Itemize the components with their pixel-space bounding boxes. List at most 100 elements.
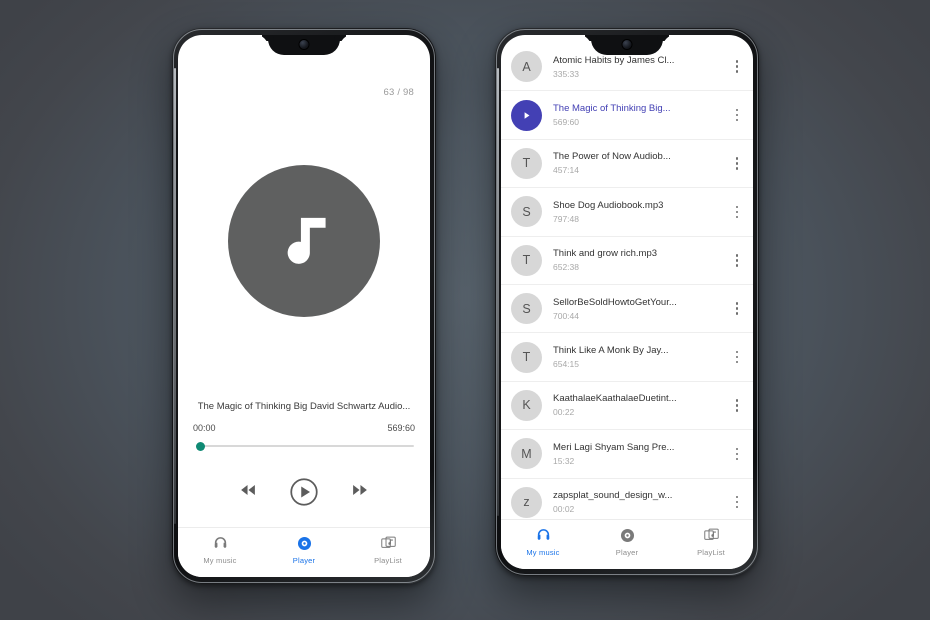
track-row[interactable]: T Think Like A Monk By Jay... 654:15 bbox=[501, 333, 753, 382]
transport-controls bbox=[178, 477, 430, 507]
track-title: KaathalaeKaathalaeDuetint... bbox=[553, 393, 677, 405]
track-text: Meri Lagi Shyam Sang Pre... 15:32 bbox=[553, 442, 729, 466]
play-button[interactable] bbox=[289, 477, 319, 507]
track-list[interactable]: A Atomic Habits by James Cl... 335:33 The M… bbox=[501, 35, 753, 519]
track-duration: 569:60 bbox=[553, 117, 579, 128]
bottom-navigation-player: My music Player PlayList bbox=[178, 527, 430, 577]
nav-item-player[interactable]: Player bbox=[585, 527, 669, 557]
track-row[interactable]: S SellorBeSoldHowtoGetYour... 700:44 bbox=[501, 285, 753, 334]
track-overflow-menu-icon[interactable] bbox=[729, 108, 745, 122]
headphones-icon bbox=[214, 537, 226, 548]
time-row: 00:00 569:60 bbox=[190, 423, 418, 433]
nav-label-my-music: My music bbox=[526, 548, 560, 557]
bottom-navigation-library: My music Player PlayList bbox=[501, 519, 753, 569]
track-duration: 00:02 bbox=[553, 504, 575, 515]
now-playing-title: The Magic of Thinking Big David Schwartz… bbox=[197, 401, 411, 412]
now-playing-avatar bbox=[511, 99, 542, 131]
current-time: 00:00 bbox=[193, 423, 216, 433]
playlist-icon bbox=[380, 536, 396, 548]
nav-label-player: Player bbox=[615, 548, 639, 557]
track-duration: 652:38 bbox=[553, 262, 579, 273]
album-art bbox=[228, 164, 380, 317]
front-camera-icon bbox=[299, 40, 309, 49]
track-avatar: S bbox=[511, 196, 542, 228]
track-overflow-menu-icon[interactable] bbox=[729, 254, 745, 267]
track-duration: 457:14 bbox=[553, 165, 579, 176]
track-avatar: M bbox=[511, 438, 542, 470]
track-overflow-menu-icon[interactable] bbox=[729, 399, 745, 412]
music-note-icon bbox=[287, 217, 326, 264]
track-overflow-menu-icon[interactable] bbox=[729, 447, 745, 461]
track-duration: 654:15 bbox=[553, 359, 579, 370]
track-text: The Magic of Thinking Big... 569:60 bbox=[553, 103, 729, 127]
track-text: Think and grow rich.mp3 652:38 bbox=[553, 248, 729, 272]
track-avatar: T bbox=[511, 147, 542, 179]
track-text: Atomic Habits by James Cl... 335:33 bbox=[553, 55, 729, 79]
track-title: zapsplat_sound_design_w... bbox=[553, 490, 673, 502]
disc-icon bbox=[297, 536, 311, 551]
nav-label-playlist: PlayList bbox=[374, 556, 402, 565]
fast-forward-button[interactable] bbox=[349, 479, 371, 506]
seek-bar[interactable] bbox=[190, 439, 418, 453]
track-duration: 700:44 bbox=[553, 310, 579, 321]
nav-label-playlist: PlayList bbox=[697, 548, 725, 557]
seek-track[interactable] bbox=[198, 445, 414, 447]
album-art-container bbox=[178, 80, 430, 401]
track-duration: 335:33 bbox=[553, 68, 579, 79]
track-overflow-menu-icon[interactable] bbox=[729, 205, 745, 219]
track-row[interactable]: S Shoe Dog Audiobook.mp3 797:48 bbox=[501, 188, 753, 237]
play-icon bbox=[290, 478, 318, 506]
track-row[interactable]: K KaathalaeKaathalaeDuetint... 00:22 bbox=[501, 382, 753, 431]
track-row[interactable]: M Meri Lagi Shyam Sang Pre... 15:32 bbox=[501, 430, 753, 479]
track-text: zapsplat_sound_design_w... 00:02 bbox=[553, 490, 729, 514]
track-overflow-menu-icon[interactable] bbox=[729, 495, 745, 509]
track-overflow-menu-icon[interactable] bbox=[729, 157, 745, 170]
nav-item-player[interactable]: Player bbox=[262, 535, 346, 565]
track-overflow-menu-icon[interactable] bbox=[729, 302, 745, 315]
seek-thumb[interactable] bbox=[196, 441, 206, 451]
nav-label-my-music: My music bbox=[203, 556, 237, 565]
playlist-icon bbox=[703, 528, 719, 540]
player-metadata: The Magic of Thinking Big David Schwartz… bbox=[178, 401, 430, 453]
front-camera-icon bbox=[622, 40, 632, 49]
track-avatar: T bbox=[511, 244, 542, 276]
track-avatar: T bbox=[511, 341, 542, 373]
track-title: Atomic Habits by James Cl... bbox=[553, 54, 675, 66]
track-overflow-menu-icon[interactable] bbox=[729, 60, 745, 73]
nav-item-playlist[interactable]: PlayList bbox=[346, 535, 430, 565]
headphones-icon bbox=[537, 529, 549, 540]
track-title: Think Like A Monk By Jay... bbox=[553, 345, 669, 357]
track-title: The Power of Now Audiob... bbox=[553, 151, 671, 163]
track-duration: 797:48 bbox=[553, 213, 579, 224]
nav-label-player: Player bbox=[292, 556, 316, 565]
track-row[interactable]: z zapsplat_sound_design_w... 00:02 bbox=[501, 479, 753, 519]
track-text: SellorBeSoldHowtoGetYour... 700:44 bbox=[553, 297, 729, 321]
track-text: Shoe Dog Audiobook.mp3 797:48 bbox=[553, 200, 729, 224]
track-title: Meri Lagi Shyam Sang Pre... bbox=[553, 441, 675, 453]
track-avatar: z bbox=[511, 486, 542, 518]
rewind-icon bbox=[241, 484, 255, 495]
track-overflow-menu-icon[interactable] bbox=[729, 350, 745, 364]
track-title: Shoe Dog Audiobook.mp3 bbox=[553, 199, 664, 211]
fast-forward-icon bbox=[353, 484, 367, 495]
phone-device-player: 63 / 98 The Magic of Thinking Big David … bbox=[172, 28, 436, 584]
rewind-button[interactable] bbox=[237, 479, 259, 506]
track-row[interactable]: T The Power of Now Audiob... 457:14 bbox=[501, 140, 753, 189]
track-duration: 15:32 bbox=[553, 455, 575, 466]
nav-item-my-music[interactable]: My music bbox=[501, 527, 585, 557]
track-avatar: K bbox=[511, 389, 542, 421]
track-text: The Power of Now Audiob... 457:14 bbox=[553, 151, 729, 175]
player-screen: 63 / 98 The Magic of Thinking Big David … bbox=[178, 35, 430, 577]
nav-item-playlist[interactable]: PlayList bbox=[669, 527, 753, 557]
track-title: Think and grow rich.mp3 bbox=[553, 248, 658, 260]
track-text: KaathalaeKaathalaeDuetint... 00:22 bbox=[553, 393, 729, 417]
track-row[interactable]: T Think and grow rich.mp3 652:38 bbox=[501, 237, 753, 285]
track-text: Think Like A Monk By Jay... 654:15 bbox=[553, 345, 729, 369]
track-title: The Magic of Thinking Big... bbox=[553, 103, 671, 115]
phone-device-library: A Atomic Habits by James Cl... 335:33 The M… bbox=[495, 28, 759, 576]
track-avatar: S bbox=[511, 293, 542, 325]
track-row[interactable]: The Magic of Thinking Big... 569:60 bbox=[501, 91, 753, 140]
play-icon bbox=[524, 111, 530, 119]
nav-item-my-music[interactable]: My music bbox=[178, 535, 262, 565]
disc-icon bbox=[620, 528, 634, 543]
